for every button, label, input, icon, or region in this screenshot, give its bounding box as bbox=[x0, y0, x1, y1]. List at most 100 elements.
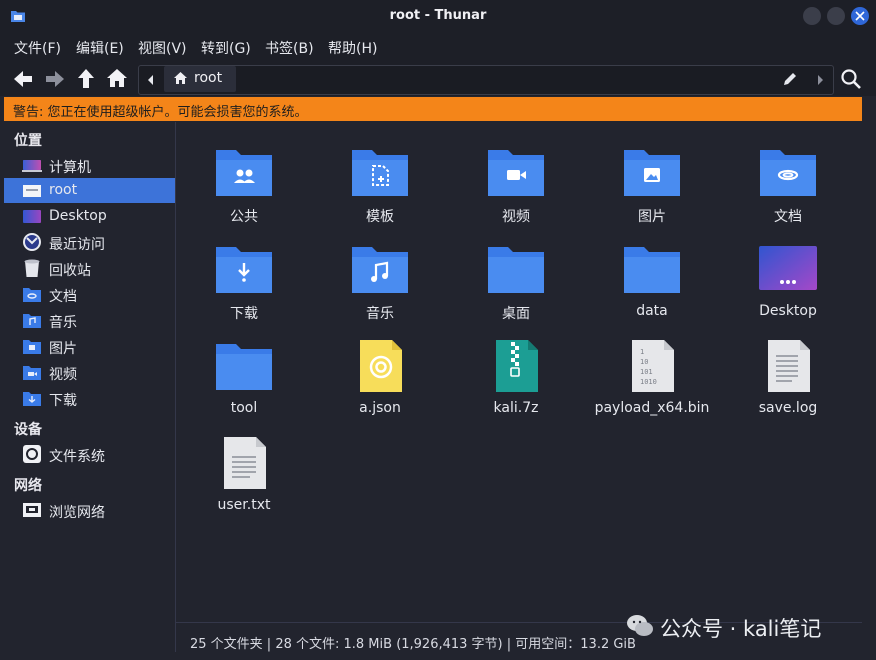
sidebar-item-desktop[interactable]: Desktop bbox=[4, 204, 175, 229]
file-item[interactable]: 图片 bbox=[584, 134, 720, 226]
documents-folder-icon bbox=[23, 288, 41, 302]
file-name: Desktop bbox=[759, 303, 817, 319]
root-warning-bar: 警告: 您正在使用超级帐户。可能会损害您的系统。 bbox=[4, 97, 862, 121]
file-item[interactable]: 视频 bbox=[448, 134, 584, 226]
sidebar-item-pictures[interactable]: 图片 bbox=[4, 334, 175, 359]
file-item[interactable]: 公共 bbox=[176, 134, 312, 226]
file-item[interactable]: 模板 bbox=[312, 134, 448, 226]
text-file-icon bbox=[224, 437, 266, 489]
file-item[interactable]: a.json bbox=[312, 328, 448, 420]
file-item[interactable]: tool bbox=[176, 328, 312, 420]
file-item[interactable]: Desktop bbox=[720, 231, 856, 323]
close-button[interactable] bbox=[851, 7, 869, 25]
sidebar-item-downloads[interactable]: 下载 bbox=[4, 386, 175, 411]
up-arrow-icon[interactable] bbox=[75, 67, 97, 89]
path-scroll-left-icon[interactable] bbox=[140, 66, 162, 94]
svg-text:10: 10 bbox=[640, 358, 648, 366]
trash-icon bbox=[24, 259, 40, 277]
status-text: 25 个文件夹 | 28 个文件: 1.8 MiB (1,926,413 字节)… bbox=[190, 637, 636, 652]
file-name: 公共 bbox=[230, 209, 258, 225]
file-item[interactable]: data bbox=[584, 231, 720, 323]
sidebar-item-browse-network[interactable]: 浏览网络 bbox=[4, 498, 175, 523]
sidebar-item-label: 回收站 bbox=[49, 263, 91, 279]
sidebar-item-trash[interactable]: 回收站 bbox=[4, 256, 175, 281]
sidebar-item-recent[interactable]: 最近访问 bbox=[4, 230, 175, 255]
file-name: a.json bbox=[359, 400, 401, 416]
public-folder-icon bbox=[216, 150, 272, 196]
file-name: 音乐 bbox=[366, 306, 394, 322]
file-name: 视频 bbox=[502, 209, 530, 225]
menu-go[interactable]: 转到(G) bbox=[201, 38, 251, 58]
network-icon bbox=[23, 503, 41, 517]
file-item[interactable]: 1 10 101 1010 payload_x64.bin bbox=[584, 328, 720, 420]
maximize-button[interactable] bbox=[827, 7, 845, 25]
file-item[interactable]: user.txt bbox=[176, 425, 312, 517]
file-item[interactable]: save.log bbox=[720, 328, 856, 420]
wechat-icon bbox=[627, 615, 653, 636]
sidebar-section-devices: 设备 bbox=[14, 422, 42, 438]
svg-text:1010: 1010 bbox=[640, 378, 657, 386]
back-arrow-icon[interactable] bbox=[12, 68, 34, 90]
pictures-folder-icon bbox=[23, 340, 41, 354]
file-name: 图片 bbox=[638, 209, 666, 225]
file-item[interactable]: 文档 bbox=[720, 134, 856, 226]
sidebar-item-music[interactable]: 音乐 bbox=[4, 308, 175, 333]
sidebar-item-filesystem[interactable]: 文件系统 bbox=[4, 442, 175, 467]
sidebar-item-videos[interactable]: 视频 bbox=[4, 360, 175, 385]
edit-location-icon[interactable] bbox=[782, 71, 798, 87]
file-name: 下载 bbox=[230, 306, 258, 322]
json-file-icon bbox=[360, 340, 402, 392]
menu-bookmarks[interactable]: 书签(B) bbox=[265, 38, 314, 58]
file-item[interactable]: 下载 bbox=[176, 231, 312, 323]
search-icon[interactable] bbox=[840, 68, 862, 90]
file-view[interactable]: 公共 模板 视频 图片 文档 下载 音乐 桌面 data Desktop too… bbox=[176, 122, 862, 622]
file-item[interactable]: 音乐 bbox=[312, 231, 448, 323]
videos-folder-icon bbox=[488, 150, 544, 196]
sidebar: 位置 计算机 root Desktop 最近访问 回收站 文档 音乐 图片 视频… bbox=[4, 122, 175, 652]
desktop-icon bbox=[23, 210, 41, 223]
sidebar-item-label: 浏览网络 bbox=[49, 505, 105, 521]
menu-edit[interactable]: 编辑(E) bbox=[76, 38, 124, 58]
pictures-folder-icon bbox=[624, 150, 680, 196]
watermark: 公众号 · kali笔记 bbox=[620, 611, 860, 641]
sidebar-item-label: 图片 bbox=[49, 341, 77, 357]
file-item[interactable]: 桌面 bbox=[448, 231, 584, 323]
folder-icon bbox=[216, 344, 272, 390]
file-name: 桌面 bbox=[502, 306, 530, 322]
sidebar-item-label: 计算机 bbox=[49, 160, 91, 176]
sidebar-item-label: 文档 bbox=[49, 289, 77, 305]
watermark-text: 公众号 · kali笔记 bbox=[660, 617, 822, 641]
path-scroll-right-icon[interactable] bbox=[811, 66, 831, 94]
menu-view[interactable]: 视图(V) bbox=[138, 38, 187, 58]
menu-help[interactable]: 帮助(H) bbox=[328, 38, 377, 58]
file-name: 模板 bbox=[366, 209, 394, 225]
path-bar[interactable] bbox=[138, 65, 834, 95]
file-name: tool bbox=[230, 400, 258, 416]
home-icon[interactable] bbox=[106, 67, 128, 89]
sidebar-item-documents[interactable]: 文档 bbox=[4, 282, 175, 307]
svg-text:101: 101 bbox=[640, 368, 653, 376]
computer-icon bbox=[22, 160, 42, 172]
music-folder-icon bbox=[23, 314, 41, 328]
sidebar-item-label: 下载 bbox=[49, 393, 77, 409]
music-folder-icon bbox=[352, 247, 408, 293]
file-item[interactable]: kali.7z bbox=[448, 328, 584, 420]
file-name: kali.7z bbox=[493, 400, 539, 416]
downloads-folder-icon bbox=[216, 247, 272, 293]
svg-text:1: 1 bbox=[640, 348, 644, 356]
home-folder-icon bbox=[23, 185, 41, 197]
forward-arrow-icon[interactable] bbox=[44, 68, 66, 90]
title-bar[interactable]: root - Thunar bbox=[0, 0, 876, 32]
sidebar-item-label: 音乐 bbox=[49, 315, 77, 331]
sidebar-item-label: 最近访问 bbox=[49, 237, 105, 253]
home-icon bbox=[174, 72, 187, 84]
drive-icon bbox=[23, 445, 41, 463]
binary-file-icon: 1 10 101 1010 bbox=[632, 340, 674, 392]
minimize-button[interactable] bbox=[803, 7, 821, 25]
templates-folder-icon bbox=[352, 150, 408, 196]
menu-file[interactable]: 文件(F) bbox=[14, 38, 61, 58]
sidebar-item-computer[interactable]: 计算机 bbox=[4, 153, 175, 178]
sidebar-item-root[interactable]: root bbox=[4, 178, 175, 203]
desktop-icon bbox=[759, 246, 817, 290]
file-name: user.txt bbox=[217, 497, 271, 513]
